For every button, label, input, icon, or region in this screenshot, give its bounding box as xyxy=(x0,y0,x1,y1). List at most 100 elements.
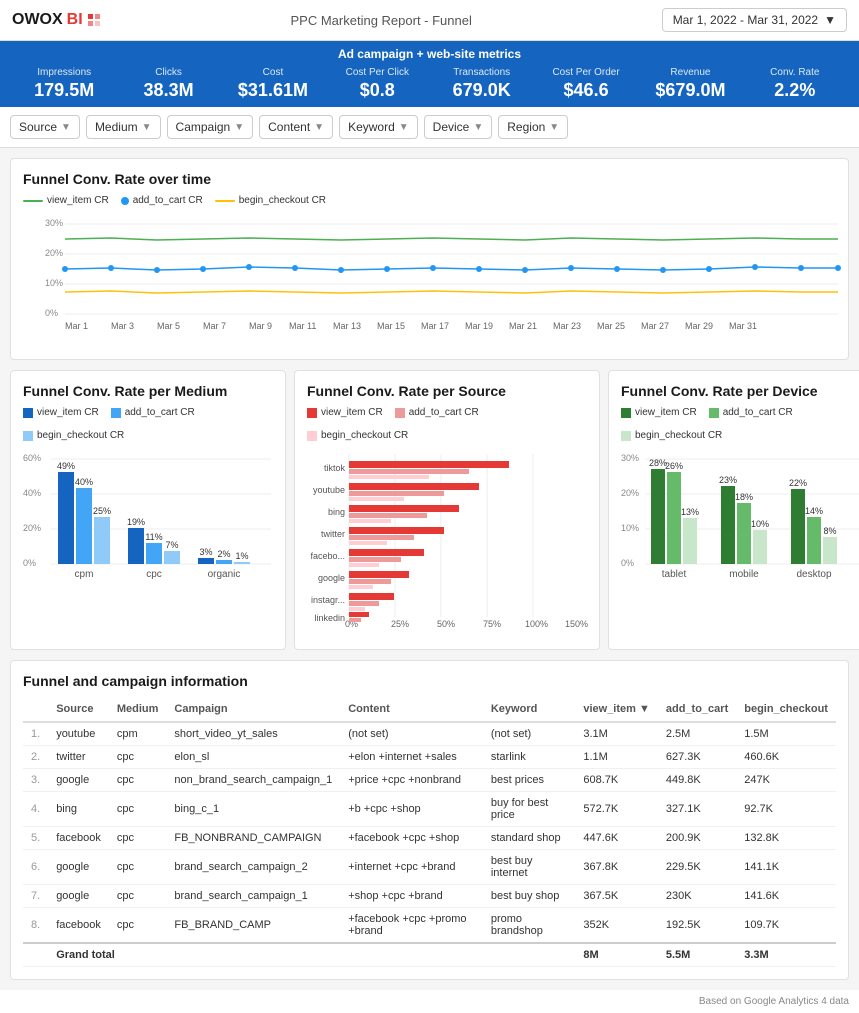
svg-text:Mar 13: Mar 13 xyxy=(333,321,361,331)
filter-medium[interactable]: Medium▼ xyxy=(86,115,161,139)
svg-text:google: google xyxy=(318,573,345,583)
svg-text:150%: 150% xyxy=(565,619,588,629)
col-source[interactable]: Source xyxy=(48,697,109,722)
metric-value: $679.0M xyxy=(638,80,742,101)
col-add-to-cart[interactable]: add_to_cart xyxy=(658,697,736,722)
metric-value: 679.0K xyxy=(430,80,534,101)
cell-source: facebook xyxy=(48,827,109,850)
cell-content: +b +cpc +shop xyxy=(340,792,483,827)
svg-text:Mar 29: Mar 29 xyxy=(685,321,713,331)
cell-keyword: best buy shop xyxy=(483,885,575,908)
metric-item: Conv. Rate2.2% xyxy=(743,67,847,101)
cell-content: +elon +internet +sales xyxy=(340,746,483,769)
row-num: 8. xyxy=(23,908,48,944)
filters-bar: Source▼Medium▼Campaign▼Content▼Keyword▼D… xyxy=(0,107,859,148)
col-content[interactable]: Content xyxy=(340,697,483,722)
filter-campaign[interactable]: Campaign▼ xyxy=(167,115,254,139)
svg-text:20%: 20% xyxy=(621,488,639,498)
svg-text:Mar 17: Mar 17 xyxy=(421,321,449,331)
cell-source: bing xyxy=(48,792,109,827)
svg-text:10%: 10% xyxy=(45,278,63,288)
filter-region[interactable]: Region▼ xyxy=(498,115,568,139)
metric-label: Conv. Rate xyxy=(743,67,847,78)
col-keyword[interactable]: Keyword xyxy=(483,697,575,722)
funnel-source-legend: view_item CR add_to_cart CR begin_checko… xyxy=(307,407,587,441)
metric-value: 179.5M xyxy=(12,80,116,101)
svg-text:linkedin: linkedin xyxy=(314,613,345,623)
svg-text:youtube: youtube xyxy=(313,485,345,495)
svg-text:11%: 11% xyxy=(145,532,162,542)
row-num: 4. xyxy=(23,792,48,827)
logo-owox: OWOX xyxy=(12,11,63,29)
filter-source[interactable]: Source▼ xyxy=(10,115,80,139)
metric-value: $31.61M xyxy=(221,80,325,101)
svg-text:19%: 19% xyxy=(127,517,145,527)
cell-keyword: standard shop xyxy=(483,827,575,850)
col-num xyxy=(23,697,48,722)
col-view-item[interactable]: view_item ▼ xyxy=(575,697,658,722)
svg-text:desktop: desktop xyxy=(796,569,831,580)
metrics-banner: Ad campaign + web-site metrics Impressio… xyxy=(0,41,859,107)
chevron-down-icon: ▼ xyxy=(549,122,559,133)
svg-text:8%: 8% xyxy=(823,526,836,536)
cell-begin-checkout: 109.7K xyxy=(736,908,836,944)
cell-add-to-cart: 229.5K xyxy=(658,850,736,885)
cell-content: (not set) xyxy=(340,722,483,746)
svg-text:instagr...: instagr... xyxy=(311,595,345,605)
col-begin-checkout[interactable]: begin_checkout xyxy=(736,697,836,722)
svg-text:18%: 18% xyxy=(735,492,753,502)
funnel-medium-svg: 60% 40% 20% 0% 49% 40% 25% cpm 19% xyxy=(23,449,273,609)
svg-text:50%: 50% xyxy=(437,619,455,629)
cell-add-to-cart: 627.3K xyxy=(658,746,736,769)
cell-source: google xyxy=(48,769,109,792)
table-row: 1. youtube cpm short_video_yt_sales (not… xyxy=(23,722,836,746)
cell-begin-checkout: 141.1K xyxy=(736,850,836,885)
metric-value: $0.8 xyxy=(325,80,429,101)
filter-content[interactable]: Content▼ xyxy=(259,115,333,139)
filter-keyword[interactable]: Keyword▼ xyxy=(339,115,418,139)
cell-view-item: 367.5K xyxy=(575,885,658,908)
cell-begin-checkout: 92.7K xyxy=(736,792,836,827)
filter-device[interactable]: Device▼ xyxy=(424,115,493,139)
funnel-source-svg: 0% 25% 50% 75% 100% 150% tiktok youtube xyxy=(307,449,587,634)
chevron-down-icon: ▼ xyxy=(234,122,244,133)
date-range-picker[interactable]: Mar 1, 2022 - Mar 31, 2022 ▼ xyxy=(662,8,847,32)
metric-label: Impressions xyxy=(12,67,116,78)
cell-add-to-cart: 327.1K xyxy=(658,792,736,827)
cell-view-item: 572.7K xyxy=(575,792,658,827)
date-range-value: Mar 1, 2022 - Mar 31, 2022 xyxy=(673,13,818,27)
svg-text:Mar 5: Mar 5 xyxy=(157,321,180,331)
svg-text:22%: 22% xyxy=(789,478,807,488)
col-medium[interactable]: Medium xyxy=(109,697,167,722)
svg-text:26%: 26% xyxy=(665,461,683,471)
metric-item: Cost Per Click$0.8 xyxy=(325,67,429,101)
svg-text:49%: 49% xyxy=(57,461,75,471)
metric-value: 38.3M xyxy=(116,80,220,101)
cell-view-item: 3.1M xyxy=(575,722,658,746)
metrics-row: Impressions179.5MClicks38.3MCost$31.61MC… xyxy=(12,67,847,101)
svg-text:Mar 31: Mar 31 xyxy=(729,321,757,331)
metric-label: Cost xyxy=(221,67,325,78)
col-campaign[interactable]: Campaign xyxy=(166,697,340,722)
cell-add-to-cart: 192.5K xyxy=(658,908,736,944)
legend-add-to-cart: add_to_cart CR xyxy=(121,195,203,206)
table-row: 8. facebook cpc FB_BRAND_CAMP +facebook … xyxy=(23,908,836,944)
svg-text:10%: 10% xyxy=(751,519,769,529)
filter-label: Device xyxy=(433,120,470,134)
svg-text:tablet: tablet xyxy=(662,569,687,580)
cell-medium: cpm xyxy=(109,722,167,746)
cell-content: +price +cpc +nonbrand xyxy=(340,769,483,792)
grand-total-begin-checkout: 3.3M xyxy=(736,943,836,967)
metric-label: Cost Per Order xyxy=(534,67,638,78)
svg-text:organic: organic xyxy=(208,569,241,580)
legend-view-item: view_item CR xyxy=(23,195,109,206)
cell-add-to-cart: 230K xyxy=(658,885,736,908)
funnel-time-chart-card: Funnel Conv. Rate over time view_item CR… xyxy=(10,158,849,360)
filter-label: Keyword xyxy=(348,120,395,134)
cell-keyword: (not set) xyxy=(483,722,575,746)
cell-add-to-cart: 200.9K xyxy=(658,827,736,850)
svg-text:tiktok: tiktok xyxy=(324,463,346,473)
cell-begin-checkout: 247K xyxy=(736,769,836,792)
funnel-source-title: Funnel Conv. Rate per Source xyxy=(307,383,587,399)
svg-text:cpc: cpc xyxy=(146,569,162,580)
